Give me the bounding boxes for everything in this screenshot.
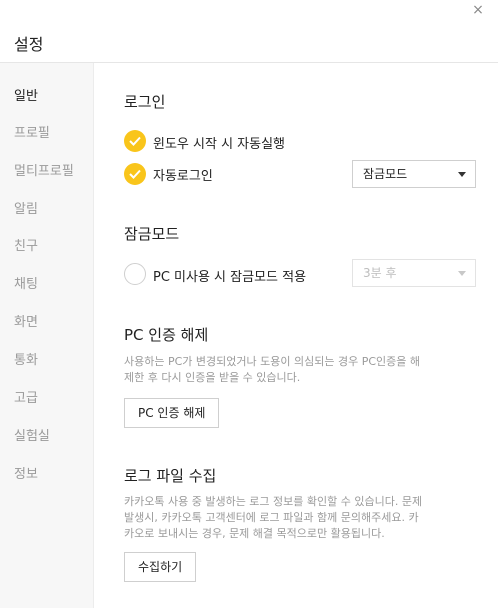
chevron-down-icon [458, 271, 466, 276]
close-button[interactable]: × [470, 2, 486, 18]
sidebar-item-info[interactable]: 정보 [14, 463, 38, 482]
check-icon [129, 136, 141, 146]
pc-auth-section-title: PC 인증 해제 [124, 326, 209, 344]
sidebar-item-friends[interactable]: 친구 [14, 235, 38, 254]
sidebar: 일반 프로필 멀티프로필 알림 친구 채팅 화면 통화 고급 실험실 정보 [0, 63, 94, 608]
auto-login-mode-value: 잠금모드 [363, 167, 408, 181]
pc-auth-description-line: 제한 후 다시 인증을 받을 수 있습니다. [124, 371, 301, 384]
log-description-line: 카카오톡 사용 중 발생하는 로그 정보를 확인할 수 있습니다. 문제 [124, 495, 423, 508]
check-icon [129, 169, 141, 179]
lock-section-title: 잠금모드 [124, 225, 180, 243]
sidebar-item-display[interactable]: 화면 [14, 311, 38, 330]
sidebar-item-multiprofile[interactable]: 멀티프로필 [14, 160, 74, 179]
log-description: 카카오톡 사용 중 발생하는 로그 정보를 확인할 수 있습니다. 문제 발생시… [124, 494, 454, 542]
log-description-line: 발생시, 카카오톡 고객센터에 로그 파일과 함께 문의해주세요. 카 [124, 511, 419, 524]
sidebar-item-lab[interactable]: 실험실 [14, 425, 50, 444]
sidebar-item-general[interactable]: 일반 [14, 85, 38, 104]
sidebar-item-advanced[interactable]: 고급 [14, 387, 38, 406]
pc-auth-reset-button[interactable]: PC 인증 해제 [124, 398, 220, 428]
auto-login-mode-select[interactable]: 잠금모드 [352, 160, 476, 188]
window-title: 설정 [14, 35, 44, 54]
auto-login-checkbox[interactable] [124, 163, 146, 185]
log-section-title: 로그 파일 수집 [124, 467, 217, 485]
pc-auth-description-line: 사용하는 PC가 변경되었거나 도용이 의심되는 경우 PC인증을 해 [124, 355, 420, 368]
auto-start-checkbox[interactable] [124, 130, 146, 152]
idle-lock-checkbox[interactable] [124, 263, 146, 285]
pc-auth-description: 사용하는 PC가 변경되었거나 도용이 의심되는 경우 PC인증을 해 제한 후… [124, 354, 454, 386]
idle-time-select[interactable]: 3분 후 [352, 259, 476, 287]
sidebar-item-call[interactable]: 통화 [14, 349, 38, 368]
sidebar-item-chat[interactable]: 채팅 [14, 273, 38, 292]
sidebar-item-profile[interactable]: 프로필 [14, 122, 50, 141]
collect-logs-button[interactable]: 수집하기 [124, 552, 197, 582]
log-description-line: 카오로 보내시는 경우, 문제 해결 목적으로만 활용됩니다. [124, 527, 385, 540]
idle-lock-label: PC 미사용 시 잠금모드 적용 [153, 270, 307, 285]
login-section-title: 로그인 [124, 93, 166, 111]
auto-start-label: 윈도우 시작 시 자동실행 [153, 137, 285, 152]
auto-login-label: 자동로그인 [153, 169, 213, 184]
chevron-down-icon [458, 172, 466, 177]
sidebar-item-notifications[interactable]: 알림 [14, 198, 38, 217]
settings-panel: 로그인 윈도우 시작 시 자동실행 자동로그인 잠금모드 잠금모드 PC 미사용… [94, 63, 498, 608]
idle-time-value: 3분 후 [363, 266, 397, 280]
